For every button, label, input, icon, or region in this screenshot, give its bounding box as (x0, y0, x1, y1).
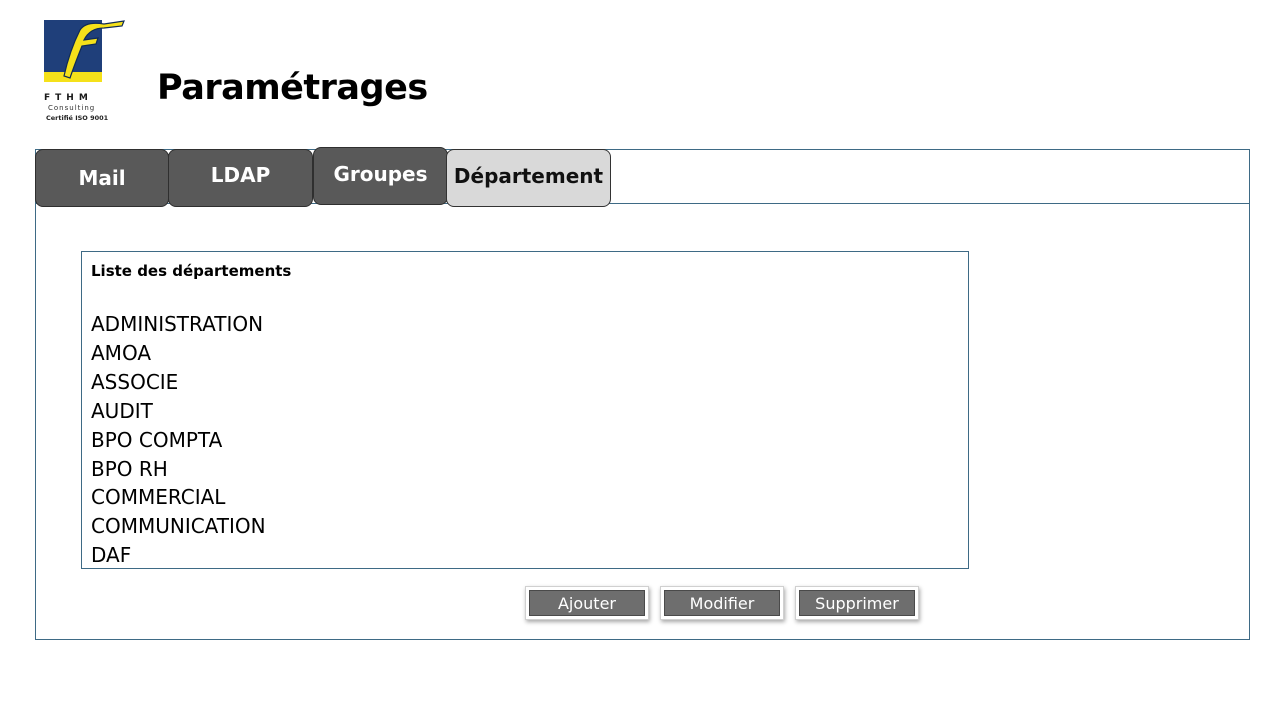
list-item[interactable]: BPO RH (91, 455, 266, 484)
tab-groupes[interactable]: Groupes (313, 147, 448, 205)
list-item[interactable]: ADMINISTRATION (91, 310, 266, 339)
delete-button-frame: Supprimer (795, 586, 919, 620)
department-list-header: Liste des départements (91, 262, 292, 280)
list-item[interactable]: COMMUNICATION (91, 512, 266, 541)
add-button[interactable]: Ajouter (529, 590, 645, 616)
fthm-logo-icon (44, 20, 125, 82)
list-item[interactable]: AMOA (91, 339, 266, 368)
logo-subtitle: Consulting (48, 104, 96, 112)
edit-button-frame: Modifier (660, 586, 784, 620)
page-title: Paramétrages (157, 68, 428, 108)
tab-departement[interactable]: Département (446, 149, 611, 207)
tab-ldap[interactable]: LDAP (168, 149, 313, 207)
list-item[interactable]: DAF (91, 541, 266, 568)
list-item[interactable]: ASSOCIE (91, 368, 266, 397)
logo-certification: Certifié ISO 9001 (46, 114, 109, 122)
list-item[interactable]: BPO COMPTA (91, 426, 266, 455)
company-logo: FTHM Consulting Certifié ISO 9001 (44, 18, 128, 126)
list-item[interactable]: COMMERCIAL (91, 483, 266, 512)
add-button-frame: Ajouter (525, 586, 649, 620)
list-item[interactable]: AUDIT (91, 397, 266, 426)
department-list[interactable]: Liste des départements ADMINISTRATION AM… (81, 251, 969, 569)
delete-button[interactable]: Supprimer (799, 590, 915, 616)
department-list-items: ADMINISTRATION AMOA ASSOCIE AUDIT BPO CO… (91, 310, 266, 568)
edit-button[interactable]: Modifier (664, 590, 780, 616)
tab-mail[interactable]: Mail (35, 149, 169, 207)
logo-letters: FTHM (44, 93, 93, 103)
